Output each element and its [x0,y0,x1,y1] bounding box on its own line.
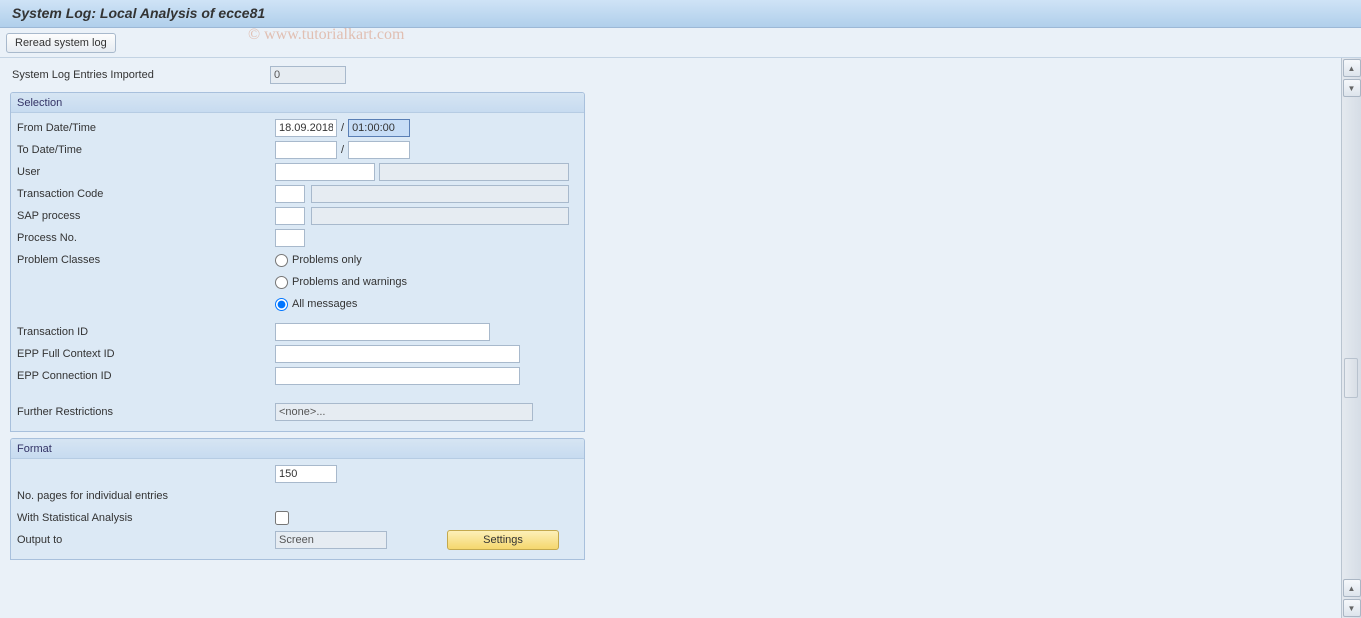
all-messages-label: All messages [292,298,357,310]
sap-process-label: SAP process [15,210,275,222]
transaction-id-label: Transaction ID [15,326,275,338]
problems-warnings-label: Problems and warnings [292,276,407,288]
further-restrictions-value[interactable] [275,403,533,421]
date-time-separator: / [337,144,348,156]
user-label: User [15,166,275,178]
pages-input[interactable] [275,465,337,483]
to-date-time-label: To Date/Time [15,144,275,156]
epp-connection-id-label: EPP Connection ID [15,370,275,382]
transaction-code-desc [311,185,569,203]
epp-connection-id-input[interactable] [275,367,520,385]
reread-system-log-button[interactable]: Reread system log [6,33,116,53]
entries-imported-row: System Log Entries Imported [10,64,1331,86]
process-no-label: Process No. [15,232,275,244]
format-header: Format [11,439,584,459]
pages-label: No. pages for individual entries [15,490,168,502]
selection-header: Selection [11,93,584,113]
output-to-value[interactable] [275,531,387,549]
process-no-input[interactable] [275,229,305,247]
scroll-up-bottom-icon[interactable]: ▲ [1343,579,1361,597]
statistical-analysis-checkbox[interactable] [275,511,289,525]
transaction-code-label: Transaction Code [15,188,275,200]
entries-imported-label: System Log Entries Imported [10,69,270,81]
date-time-separator: / [337,122,348,134]
selection-group: Selection From Date/Time / To Date/Time … [10,92,585,432]
entries-imported-value [270,66,346,84]
transaction-code-input[interactable] [275,185,305,203]
to-date-input[interactable] [275,141,337,159]
sap-process-desc [311,207,569,225]
content-area: System Log Entries Imported Selection Fr… [0,58,1341,618]
sap-process-input[interactable] [275,207,305,225]
problem-classes-label: Problem Classes [15,254,275,266]
to-time-input[interactable] [348,141,410,159]
user-input[interactable] [275,163,375,181]
title-bar: System Log: Local Analysis of ecce81 [0,0,1361,28]
output-to-label: Output to [15,534,275,546]
epp-full-context-id-input[interactable] [275,345,520,363]
all-messages-radio[interactable] [275,298,288,311]
scroll-down-icon[interactable]: ▼ [1343,79,1361,97]
scroll-down-bottom-icon[interactable]: ▼ [1343,599,1361,617]
from-date-time-label: From Date/Time [15,122,275,134]
epp-full-context-id-label: EPP Full Context ID [15,348,275,360]
settings-button[interactable]: Settings [447,530,559,550]
format-group: Format No. pages for individual entries … [10,438,585,560]
user-desc-input [379,163,569,181]
page-title: System Log: Local Analysis of ecce81 [12,5,265,21]
selection-body: From Date/Time / To Date/Time / User Tra… [11,113,584,431]
format-body: No. pages for individual entries With St… [11,459,584,559]
statistical-analysis-label: With Statistical Analysis [15,512,275,524]
scroll-up-icon[interactable]: ▲ [1343,59,1361,77]
vertical-scrollbar[interactable]: ▲ ▼ ▲ ▼ [1341,58,1361,618]
application-toolbar: Reread system log [0,28,1361,58]
problems-only-radio[interactable] [275,254,288,267]
problems-only-label: Problems only [292,254,362,266]
problems-warnings-radio[interactable] [275,276,288,289]
transaction-id-input[interactable] [275,323,490,341]
further-restrictions-label: Further Restrictions [15,406,275,418]
from-time-input[interactable] [348,119,410,137]
from-date-input[interactable] [275,119,337,137]
scroll-grip[interactable] [1344,358,1358,398]
